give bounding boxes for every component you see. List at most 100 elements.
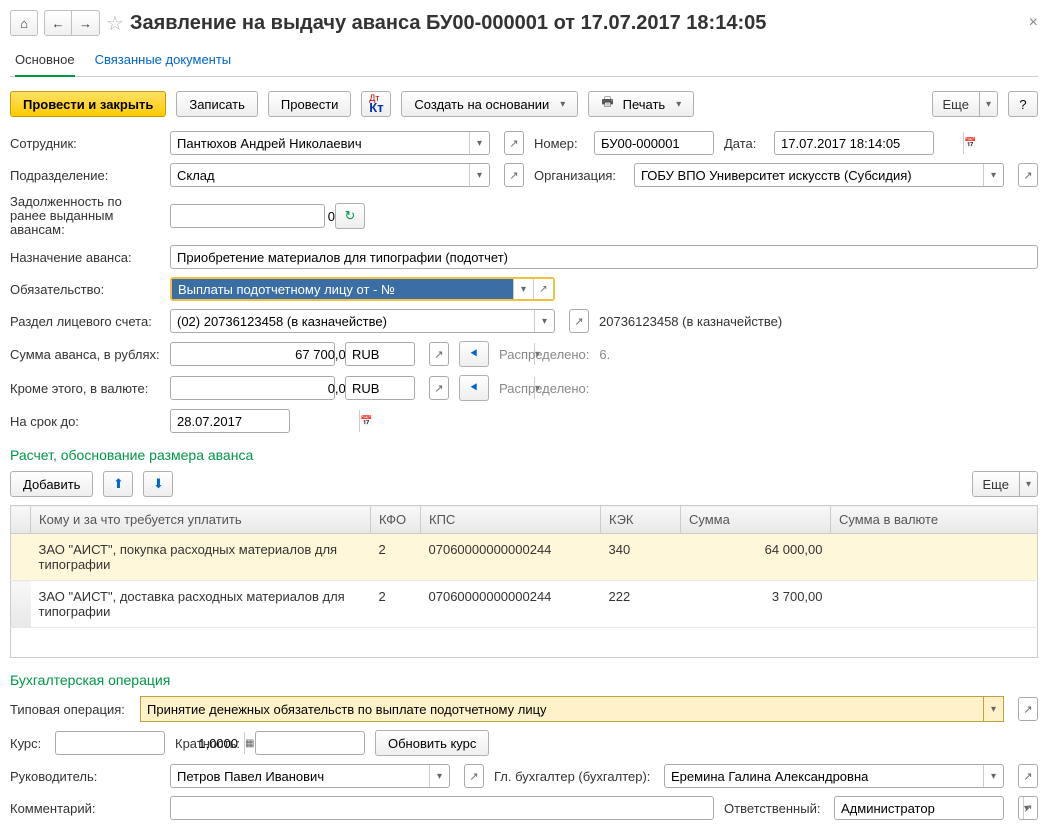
obligation-label: Обязательство: [10, 282, 160, 297]
glav-open[interactable]: ↗ [1018, 764, 1038, 788]
create-based-button[interactable]: Создать на основании [401, 91, 578, 117]
calc-section-title: Расчет, обоснование размера аванса [10, 447, 1038, 463]
org-label: Организация: [534, 168, 624, 183]
post-close-button[interactable]: Провести и закрыть [10, 91, 166, 117]
acct-section-title: Бухгалтерская операция [10, 672, 1038, 688]
grid-empty-area [10, 628, 1038, 658]
grid-more-button[interactable]: Еще▾ [972, 471, 1038, 497]
head-open[interactable]: ↗ [464, 764, 484, 788]
save-button[interactable]: Записать [176, 91, 258, 117]
sum-distributed-value: 6. [599, 347, 610, 362]
move-up-button[interactable]: ⬆ [103, 471, 133, 497]
extra-distribute-button[interactable] [459, 375, 489, 401]
add-row-button[interactable]: Добавить [10, 471, 93, 497]
extra-curr-open[interactable]: ↗ [429, 376, 449, 400]
employee-dropdown[interactable]: ▾ [469, 132, 489, 154]
toolbar: Провести и закрыть Записать Провести ДтК… [10, 91, 1038, 117]
col-kfo[interactable]: КФО [371, 506, 421, 534]
number-label: Номер: [534, 136, 584, 151]
date-calendar-icon[interactable]: 📅 [963, 132, 976, 154]
mult-input[interactable] [255, 731, 365, 755]
comment-input[interactable] [170, 796, 714, 820]
col-sumv[interactable]: Сумма в валюте [831, 506, 1038, 534]
advance-table: Кому и за что требуется уплатить КФО КПС… [10, 505, 1038, 628]
dept-input[interactable]: ▾ [170, 163, 490, 187]
obligation-dropdown[interactable]: ▾ [513, 279, 533, 299]
favorite-icon[interactable]: ☆ [106, 11, 124, 36]
dept-open[interactable]: ↗ [504, 163, 524, 187]
account-dropdown[interactable]: ▾ [534, 310, 554, 332]
tabs: Основное Связанные документы [10, 46, 1038, 77]
account-input[interactable]: ▾ [170, 309, 555, 333]
top-bar: ⌂ ← → ☆ Заявление на выдачу аванса БУ00-… [10, 10, 1038, 36]
extra-input[interactable]: ▦ [170, 376, 335, 400]
sum-label: Сумма аванса, в рублях: [10, 347, 160, 362]
dt-kt-button[interactable]: ДтКт [361, 91, 391, 117]
org-dropdown[interactable]: ▾ [983, 164, 1003, 186]
page-title: Заявление на выдачу аванса БУ00-000001 о… [130, 12, 766, 35]
tab-main[interactable]: Основное [15, 46, 75, 77]
glav-label: Гл. бухгалтер (бухгалтер): [494, 769, 654, 784]
glav-input[interactable]: ▾ [664, 764, 1004, 788]
refresh-rate-button[interactable]: Обновить курс [375, 730, 489, 756]
head-input[interactable]: ▾ [170, 764, 450, 788]
post-button[interactable]: Провести [268, 91, 352, 117]
glav-dropdown[interactable]: ▾ [983, 765, 1003, 787]
help-button[interactable]: ? [1008, 91, 1038, 117]
sum-curr[interactable]: ▾ [345, 342, 415, 366]
org-input[interactable]: ▾ [634, 163, 1004, 187]
account-open[interactable]: ↗ [569, 309, 589, 333]
col-kps[interactable]: КПС [421, 506, 601, 534]
table-row[interactable]: ЗАО "АИСТ", покупка расходных материалов… [11, 534, 1038, 581]
mult-label: Кратность: [175, 736, 245, 751]
rate-calc-icon[interactable]: ▦ [244, 732, 254, 754]
forward-button[interactable]: → [72, 10, 100, 36]
employee-open[interactable]: ↗ [504, 131, 524, 155]
date-input[interactable]: 📅 [774, 131, 934, 155]
due-calendar-icon[interactable]: 📅 [359, 410, 372, 432]
typ-op-open[interactable]: ↗ [1018, 697, 1038, 721]
col-who[interactable]: Кому и за что требуется уплатить [31, 506, 371, 534]
dept-label: Подразделение: [10, 168, 160, 183]
sum-input[interactable]: ▦ [170, 342, 335, 366]
home-button[interactable]: ⌂ [10, 10, 38, 36]
sum-distributed-label: Распределено: [499, 347, 589, 362]
extra-curr[interactable]: ▾ [345, 376, 415, 400]
debt-input[interactable] [170, 204, 325, 228]
number-input[interactable] [594, 131, 714, 155]
tab-related[interactable]: Связанные документы [95, 46, 232, 76]
dept-dropdown[interactable]: ▾ [469, 164, 489, 186]
extra-label: Кроме этого, в валюте: [10, 381, 160, 396]
move-down-button[interactable]: ⬇ [143, 471, 173, 497]
close-button[interactable]: × [1029, 14, 1038, 32]
extra-distributed-label: Распределено: [499, 381, 589, 396]
rate-input[interactable]: ▦ [55, 731, 165, 755]
obligation-open[interactable]: ↗ [533, 279, 553, 299]
comment-label: Комментарий: [10, 801, 160, 816]
debt-refresh-button[interactable]: ↻ [335, 203, 365, 229]
resp-input[interactable]: ▾ [834, 796, 1004, 820]
employee-input[interactable]: ▾ [170, 131, 490, 155]
purpose-label: Назначение аванса: [10, 250, 160, 265]
head-dropdown[interactable]: ▾ [429, 765, 449, 787]
col-kek[interactable]: КЭК [601, 506, 681, 534]
typ-op-dropdown[interactable]: ▾ [984, 696, 1004, 722]
sum-curr-open[interactable]: ↗ [429, 342, 449, 366]
col-sum[interactable]: Сумма [681, 506, 831, 534]
typ-op-label: Типовая операция: [10, 702, 130, 717]
back-button[interactable]: ← [44, 10, 72, 36]
typ-op-input[interactable]: ▾ [140, 696, 1004, 722]
more-button[interactable]: Еще▾ [932, 91, 998, 117]
org-open[interactable]: ↗ [1018, 163, 1038, 187]
account-label: Раздел лицевого счета: [10, 314, 160, 329]
due-input[interactable]: 📅 [170, 409, 290, 433]
debt-label: Задолженность по ранее выданным авансам: [10, 195, 160, 237]
sum-distribute-button[interactable] [459, 341, 489, 367]
resp-open[interactable]: ↗ [1018, 796, 1038, 820]
head-label: Руководитель: [10, 769, 160, 784]
employee-label: Сотрудник: [10, 136, 160, 151]
purpose-input[interactable] [170, 245, 1038, 269]
obligation-input[interactable]: ▾ ↗ [170, 277, 555, 301]
table-row[interactable]: ЗАО "АИСТ", доставка расходных материало… [11, 581, 1038, 628]
print-button[interactable]: Печать [588, 91, 694, 117]
